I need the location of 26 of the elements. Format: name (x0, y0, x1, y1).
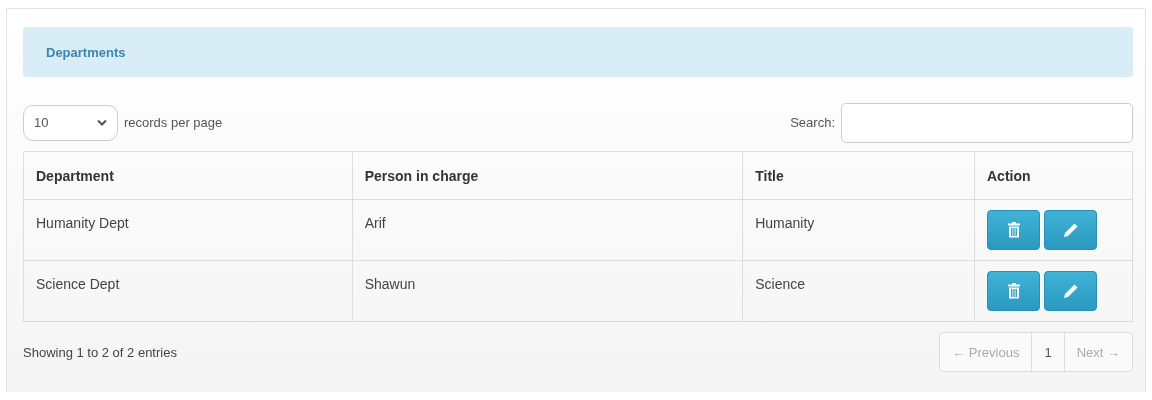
search-field[interactable] (841, 102, 1133, 143)
panel-title: Departments (46, 44, 126, 60)
records-select[interactable]: 10 (23, 104, 118, 141)
delete-button[interactable] (987, 271, 1040, 311)
table-cell: Humanity (755, 215, 815, 231)
chevron-down-icon (97, 119, 107, 126)
trash-icon (1007, 283, 1020, 299)
records-per-page-label: records per page (124, 115, 223, 130)
column-header[interactable]: Title (742, 151, 975, 200)
column-header[interactable]: Department (23, 151, 353, 200)
table-cell: Humanity Dept (36, 215, 129, 231)
edit-button[interactable] (1044, 210, 1097, 250)
table-cell: Science (755, 276, 806, 292)
pencil-icon (1062, 222, 1079, 238)
trash-icon (1007, 222, 1020, 238)
table-cell: Shawun (364, 276, 416, 292)
edit-button[interactable] (1044, 271, 1097, 311)
column-header[interactable]: Person in charge (352, 151, 743, 200)
delete-button[interactable] (987, 210, 1040, 250)
entries-info: Showing 1 to 2 of 2 entries (23, 344, 177, 360)
search-label: Search: (790, 115, 835, 130)
column-header[interactable]: Action (974, 151, 1133, 200)
table-cell: Science Dept (36, 276, 120, 292)
pencil-icon (1062, 283, 1079, 299)
table-cell: Arif (364, 215, 386, 231)
page-link[interactable]: 1 (1031, 333, 1064, 371)
